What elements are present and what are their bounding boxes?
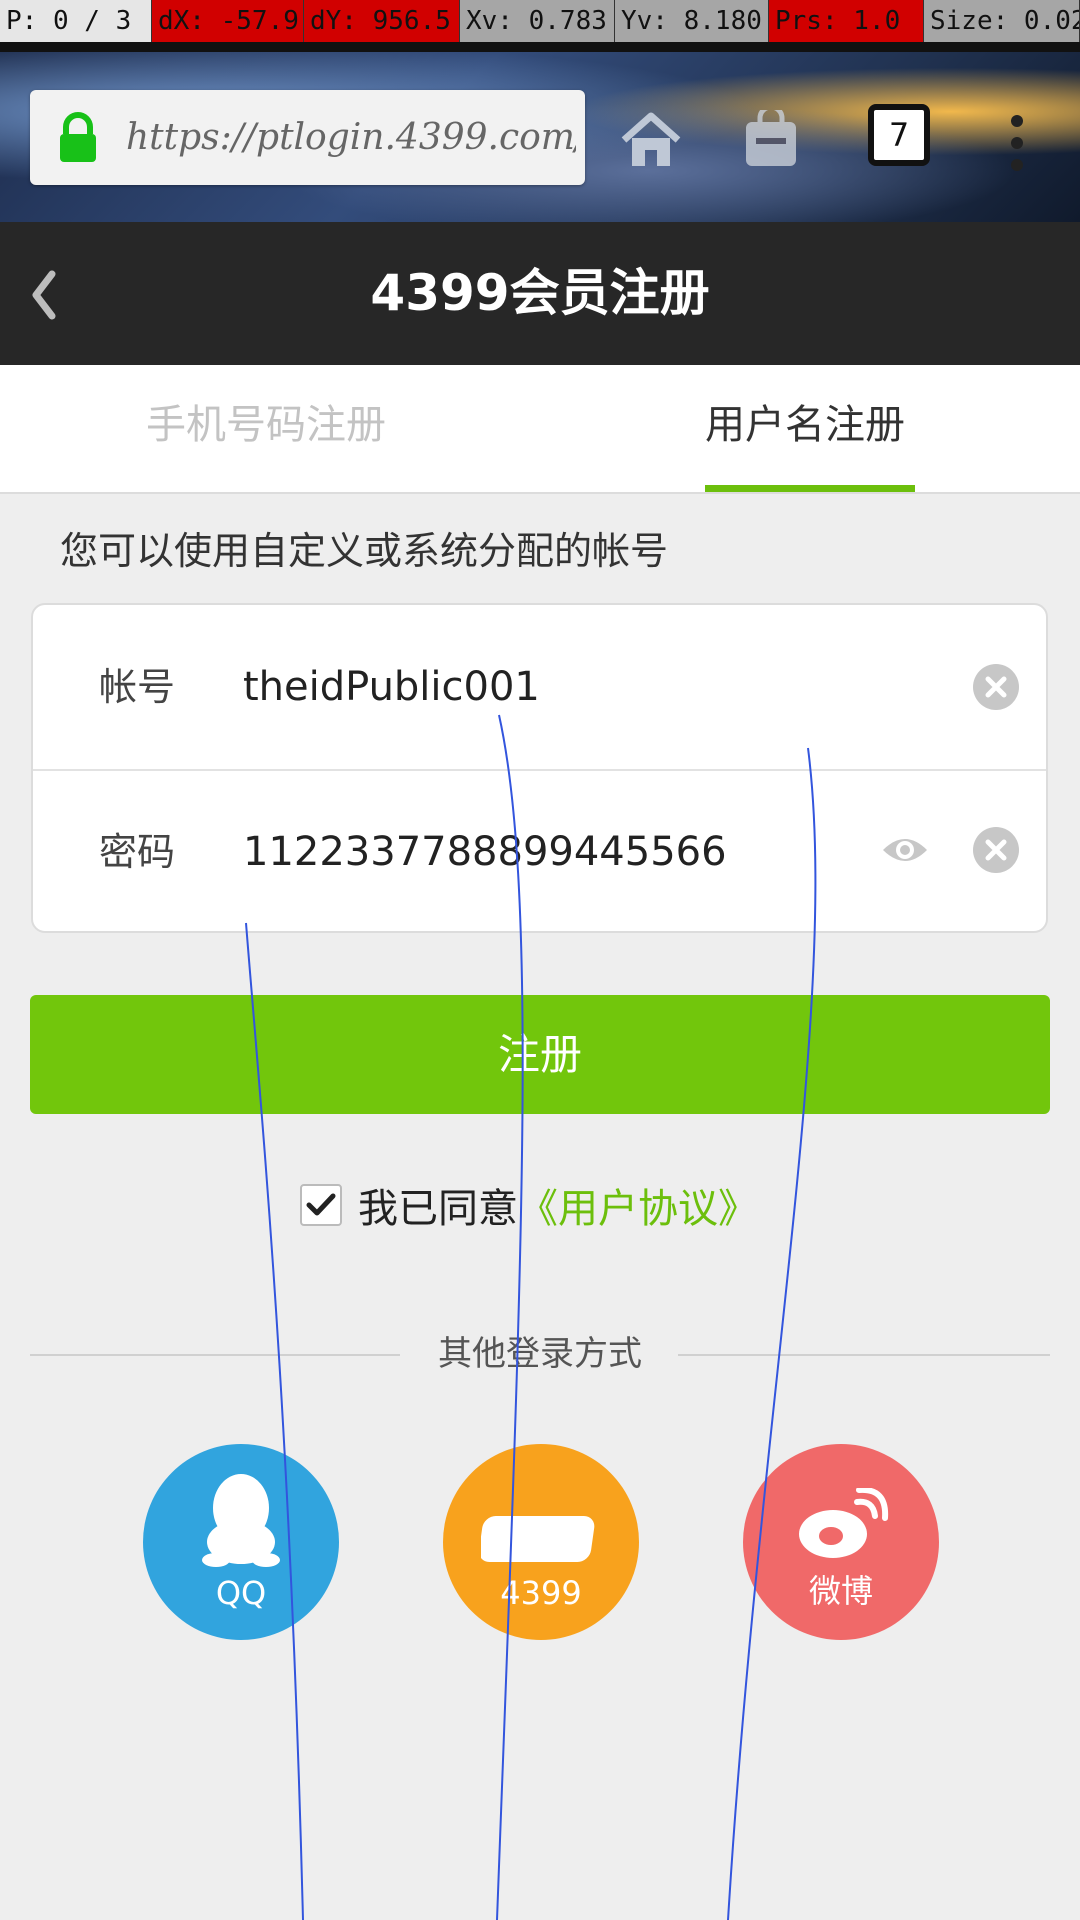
- tab-phone-register[interactable]: 手机号码注册: [146, 365, 386, 492]
- tabs-switcher-icon[interactable]: 7: [868, 104, 930, 166]
- account-input[interactable]: [243, 605, 843, 769]
- close-icon: [985, 676, 1007, 698]
- pointer-count: P: 0 / 3: [0, 0, 152, 42]
- active-tab-indicator: [705, 485, 915, 492]
- home-icon[interactable]: [618, 110, 684, 170]
- velocity-y: Yv: 8.180: [615, 0, 769, 42]
- page-title: 4399会员注册: [370, 264, 710, 322]
- register-button[interactable]: 注册: [30, 995, 1050, 1114]
- browser-toolbar: https://ptlogin.4399.com/oau 7: [0, 52, 1080, 222]
- clear-account-button[interactable]: [973, 664, 1019, 710]
- page-header: 4399会员注册: [0, 222, 1080, 365]
- delta-y: dY: 956.5: [304, 0, 460, 42]
- pointer-location-overlay: P: 0 / 3 dX: -57.9 dY: 956.5 Xv: 0.783 Y…: [0, 0, 1080, 42]
- weibo-label: 微博: [808, 1572, 873, 1610]
- 4399-label: 4399: [500, 1574, 582, 1612]
- velocity-x: Xv: 0.783: [460, 0, 615, 42]
- register-tabs: 手机号码注册 用户名注册: [0, 365, 1080, 494]
- pressure: Prs: 1.0: [769, 0, 924, 42]
- checkmark-icon: [306, 1193, 336, 1216]
- account-label: 帐号: [99, 665, 176, 709]
- account-row: 帐号: [33, 605, 1046, 771]
- close-icon: [985, 839, 1007, 861]
- address-bar[interactable]: https://ptlogin.4399.com/oau: [30, 90, 585, 185]
- qq-penguin-icon: [202, 1474, 280, 1567]
- more-options-icon[interactable]: [1010, 114, 1024, 172]
- clear-password-button[interactable]: [973, 827, 1019, 873]
- delta-x: dX: -57.9: [152, 0, 304, 42]
- 4399-logo-icon: [481, 1516, 595, 1562]
- account-hint: 您可以使用自定义或系统分配的帐号: [60, 529, 669, 573]
- divider-right: [678, 1354, 1050, 1356]
- weibo-icon: [799, 1488, 889, 1558]
- tab-username-register[interactable]: 用户名注册: [705, 365, 905, 492]
- touch-size: Size: 0.02: [924, 0, 1080, 42]
- lock-icon: [60, 111, 96, 162]
- agree-text: 我已同意: [358, 1186, 518, 1232]
- tabs-count: 7: [888, 116, 910, 154]
- password-row: 密码: [33, 770, 1046, 934]
- user-agreement-link[interactable]: 《用户协议》: [518, 1176, 758, 1234]
- app-store-icon[interactable]: [740, 110, 802, 172]
- agree-checkbox[interactable]: [300, 1184, 342, 1226]
- password-input[interactable]: [243, 770, 843, 934]
- url-text: https://ptlogin.4399.com/oau: [126, 117, 576, 158]
- show-password-icon[interactable]: [881, 832, 929, 868]
- other-login-divider: 其他登录方式: [30, 1334, 1050, 1374]
- password-label: 密码: [99, 830, 176, 874]
- qq-login-button[interactable]: QQ: [143, 1444, 339, 1640]
- agreement-row: 我已同意 《用户协议》: [300, 1175, 758, 1235]
- status-divider: [0, 42, 1080, 52]
- weibo-login-button[interactable]: 微博: [743, 1444, 939, 1640]
- register-form: 帐号 密码: [31, 603, 1048, 934]
- 4399-login-button[interactable]: 4399: [443, 1444, 639, 1640]
- qq-label: QQ: [215, 1574, 267, 1612]
